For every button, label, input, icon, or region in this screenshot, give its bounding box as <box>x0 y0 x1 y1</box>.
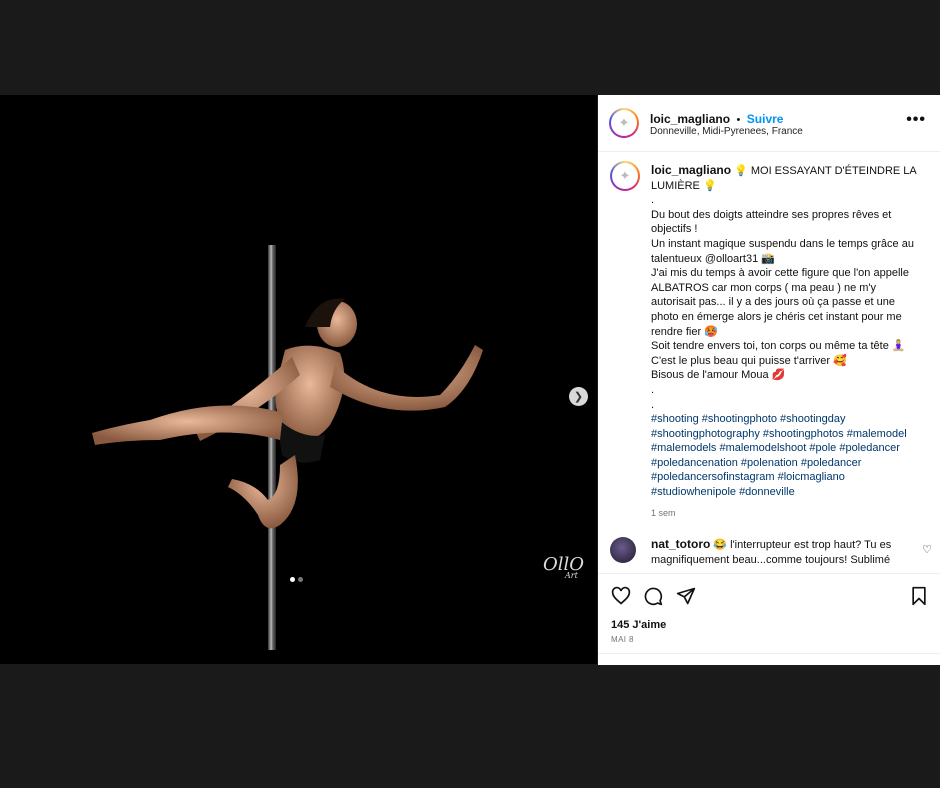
comment-text-block: nat_totoro 😂 l'interrupteur est trop hau… <box>651 537 901 567</box>
share-icon[interactable] <box>676 586 696 606</box>
caption-timestamp: 1 sem <box>651 507 676 518</box>
post-location[interactable]: Donneville, Midi-Pyrenees, France <box>650 126 803 137</box>
avatar-logo-icon: ✦ <box>611 110 637 136</box>
caption-line: Un instant magique suspendu dans le temp… <box>651 237 914 265</box>
caption-avatar[interactable]: ✦ <box>610 161 640 191</box>
header-separator: • <box>736 114 741 126</box>
carousel-dot <box>298 577 303 582</box>
post-header: ✦ loic_magliano • Suivre Donneville, Mid… <box>598 95 940 152</box>
caption-hashtags[interactable]: #shooting #shootingphoto #shootingday #s… <box>651 412 917 500</box>
more-options-button[interactable]: ••• <box>906 111 926 129</box>
author-avatar[interactable]: ✦ <box>609 108 639 138</box>
caption-line: . <box>651 194 655 207</box>
post-side-panel: ✦ loic_magliano • Suivre Donneville, Mid… <box>598 95 940 664</box>
caption-line: C'est le plus beau qui puisse t'arriver … <box>651 354 847 367</box>
caption-line: J'ai mis du temps à avoir cette figure q… <box>651 267 909 338</box>
caption-text: loic_magliano 💡 MOI ESSAYANT D'ÉTEINDRE … <box>651 163 917 520</box>
caption-line: . <box>651 383 655 396</box>
avatar-logo-icon: ✦ <box>612 163 638 189</box>
post-actions: 145 J'aime MAI 8 <box>598 573 940 664</box>
commenter-avatar[interactable] <box>610 537 636 563</box>
follow-button[interactable]: Suivre <box>747 112 784 126</box>
next-photo-button[interactable]: ❯ <box>569 387 588 406</box>
commenter-username[interactable]: nat_totoro <box>651 537 710 551</box>
comment-like-icon[interactable]: ♡ <box>922 543 932 556</box>
carousel-indicator <box>290 577 303 582</box>
post-photo[interactable]: ❯ OllO Art <box>0 95 597 664</box>
caption-line: Soit tendre envers toi, ton corps ou mêm… <box>651 340 906 353</box>
like-heart-icon[interactable] <box>611 586 631 606</box>
post-date: MAI 8 <box>611 635 634 644</box>
photographer-watermark: OllO Art <box>543 554 584 580</box>
caption-line: Du bout des doigts atteindre ses propres… <box>651 208 892 236</box>
author-username[interactable]: loic_magliano <box>650 112 730 126</box>
carousel-dot-active <box>290 577 295 582</box>
caption-username[interactable]: loic_magliano <box>651 163 731 177</box>
caption-line: . <box>651 398 655 411</box>
likes-count[interactable]: 145 J'aime <box>611 619 666 631</box>
caption-line: Bisous de l'amour Moua 💋 <box>651 369 786 382</box>
save-bookmark-icon[interactable] <box>910 586 928 606</box>
add-comment-bar[interactable] <box>598 653 940 665</box>
comment-icon[interactable] <box>643 586 663 606</box>
